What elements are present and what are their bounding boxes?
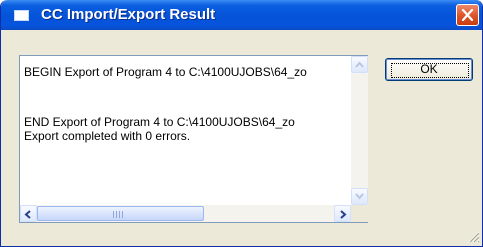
scroll-left-button[interactable] [20, 205, 37, 222]
horizontal-scroll-thumb[interactable] [37, 206, 204, 221]
close-button[interactable] [456, 4, 479, 26]
title-bar[interactable]: CC Import/Export Result [1, 0, 482, 30]
ok-button-label: OK [420, 62, 438, 76]
scroll-thumb-grip [113, 211, 125, 218]
result-text-area[interactable]: BEGIN Export of Program 4 to C:\4100UJOB… [19, 55, 368, 223]
scrollbar-corner [351, 205, 368, 222]
log-line: BEGIN Export of Program 4 to C:\4100UJOB… [24, 65, 307, 79]
resize-grip-icon[interactable] [466, 229, 480, 243]
ok-button[interactable]: OK [385, 58, 473, 81]
scroll-left-icon [24, 210, 31, 219]
scroll-right-button[interactable] [334, 205, 351, 222]
log-line: END Export of Program 4 to C:\4100UJOBS\… [24, 115, 295, 129]
scroll-down-icon [355, 193, 364, 200]
scroll-up-button[interactable] [351, 56, 368, 73]
scroll-right-icon [340, 210, 347, 219]
log-line: Export completed with 0 errors. [24, 129, 191, 143]
scroll-down-button[interactable] [351, 188, 368, 205]
vertical-scrollbar[interactable] [351, 56, 368, 205]
horizontal-scrollbar[interactable] [20, 205, 351, 222]
scroll-up-icon [355, 61, 364, 68]
window-title: CC Import/Export Result [41, 6, 216, 23]
window-icon [14, 10, 29, 21]
dialog-window: CC Import/Export Result BEGIN Export of … [0, 0, 483, 247]
close-icon [461, 9, 474, 21]
